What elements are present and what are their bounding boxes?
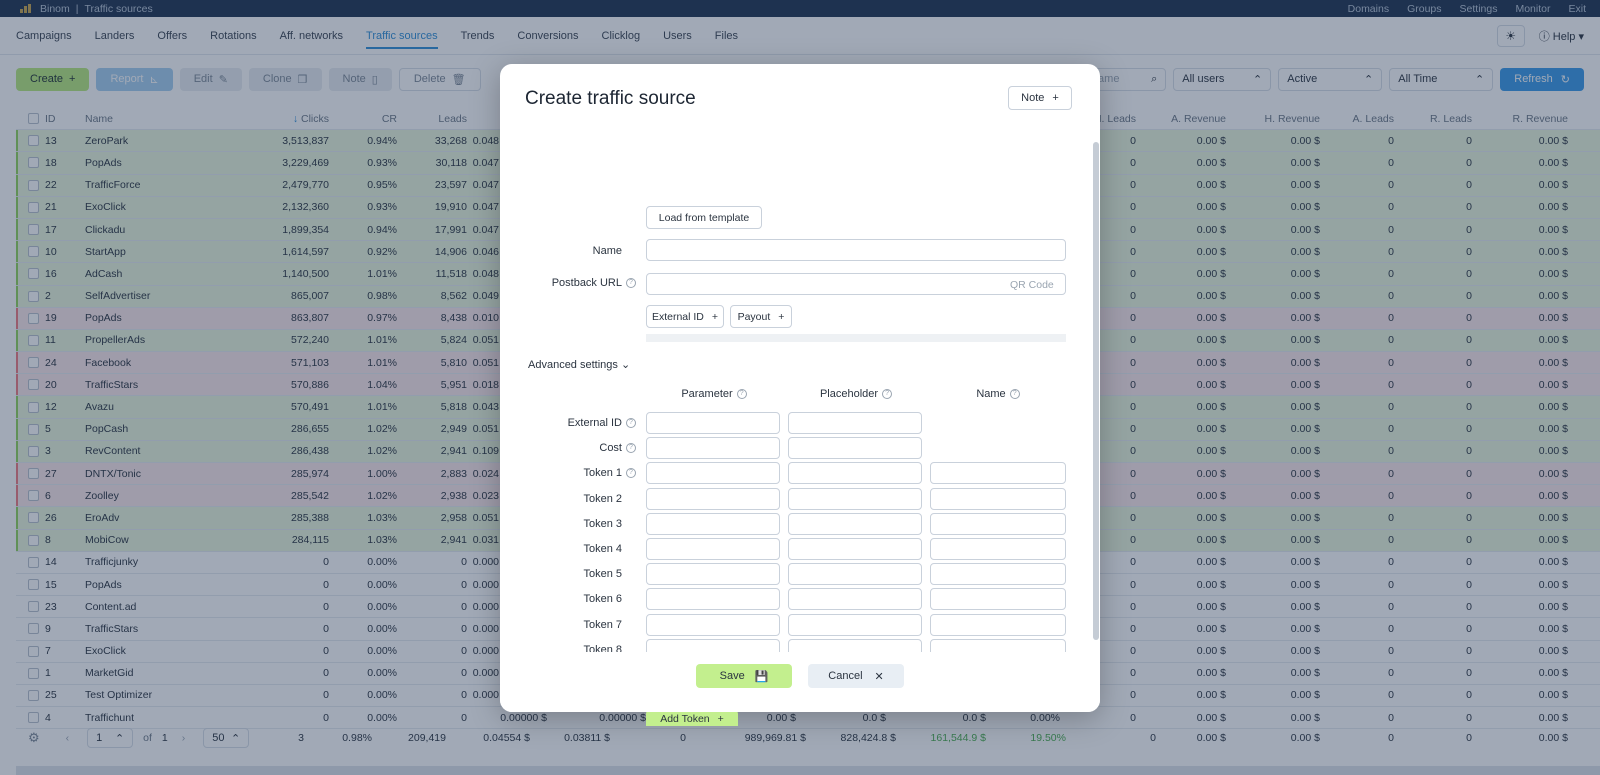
dialog-body: Load from template Name Postback URL? QR… (500, 134, 1092, 726)
help-icon: ? (736, 389, 747, 400)
token-row-label: Token 2 (510, 493, 622, 505)
plus-icon: + (711, 310, 719, 323)
token-name-input[interactable] (930, 613, 1066, 636)
plus-icon: + (717, 713, 724, 725)
token-row-label-text: Token 5 (583, 568, 622, 581)
token-row-label-text: External ID (567, 417, 622, 429)
token-name-input[interactable] (930, 563, 1066, 586)
token-row-label: Token 4 (510, 543, 622, 555)
add-token-button[interactable]: Add Token + (646, 710, 738, 726)
parameter-input[interactable] (646, 512, 780, 535)
external-id-token-button[interactable]: External ID + (646, 305, 724, 328)
token-row-label: Token 5 (510, 568, 622, 580)
name-label: Name (592, 245, 622, 257)
token-row-label-text: Token 4 (583, 543, 622, 555)
qr-code-link[interactable]: QR Code (1010, 279, 1054, 291)
token-name-input[interactable] (930, 588, 1066, 611)
token-row-label: Cost? (510, 442, 636, 454)
token-name-input[interactable] (930, 512, 1066, 535)
token-name-input[interactable] (930, 487, 1066, 510)
parameter-input[interactable] (646, 437, 780, 460)
placeholder-input[interactable] (788, 462, 922, 485)
token-row-label-text: Token 3 (583, 517, 622, 530)
postback-url-label: Postback URL? (520, 277, 636, 289)
placeholder-input[interactable] (788, 437, 922, 460)
dialog-scrollbar[interactable] (1092, 142, 1100, 704)
help-icon: ? (882, 389, 893, 400)
token-row-label: Token 6 (510, 593, 622, 605)
name-input[interactable] (646, 239, 1066, 261)
plus-icon: + (1052, 92, 1059, 104)
parameter-input[interactable] (646, 538, 780, 560)
token-row-label: Token 7 (510, 619, 622, 631)
token-row-label-text: Token 1 (583, 467, 622, 480)
dialog-title: Create traffic source (525, 88, 696, 109)
load-template-button[interactable]: Load from template (646, 206, 762, 229)
placeholder-input[interactable] (788, 512, 922, 535)
help-icon: ? (1009, 389, 1020, 400)
parameter-input[interactable] (646, 412, 780, 434)
placeholder-input[interactable] (788, 588, 922, 611)
postback-preview-bar (646, 334, 1066, 342)
name-header: Name? (930, 388, 1066, 400)
token-row-label: Token 1? (510, 467, 636, 479)
parameter-input[interactable] (646, 613, 780, 636)
close-icon: ✕ (874, 670, 884, 683)
floppy-icon: 💾 (754, 670, 769, 683)
token-row-label-text: Token 2 (583, 492, 622, 505)
token-name-input[interactable] (930, 538, 1066, 560)
dialog-footer (500, 652, 1100, 712)
create-traffic-source-dialog: Create traffic source Note + Load from te… (500, 64, 1100, 726)
help-icon: ? (626, 443, 636, 454)
token-name-input[interactable] (930, 462, 1066, 485)
placeholder-header: Placeholder? (788, 388, 924, 400)
parameter-input[interactable] (646, 487, 780, 510)
parameter-input[interactable] (646, 588, 780, 611)
dialog-note-button[interactable]: Note + (1008, 86, 1072, 110)
token-row-label-text: Token 7 (583, 618, 622, 631)
placeholder-input[interactable] (788, 412, 922, 434)
parameter-input[interactable] (646, 563, 780, 586)
placeholder-input[interactable] (788, 563, 922, 586)
chevron-down-icon: ⌄ (620, 359, 631, 371)
postback-url-input[interactable] (646, 273, 1066, 295)
payout-token-button[interactable]: Payout + (730, 305, 792, 328)
placeholder-input[interactable] (788, 613, 922, 636)
token-row-label-text: Token 6 (583, 593, 622, 606)
parameter-input[interactable] (646, 462, 780, 485)
plus-icon: + (778, 310, 785, 323)
placeholder-input[interactable] (788, 538, 922, 560)
advanced-settings-toggle[interactable]: Advanced settings ⌄ (528, 358, 630, 371)
token-row-label: External ID? (510, 417, 636, 429)
help-icon: ? (626, 468, 636, 479)
help-icon: ? (626, 418, 636, 429)
placeholder-input[interactable] (788, 487, 922, 510)
token-row-label-text: Cost (599, 442, 622, 455)
save-button[interactable]: Save 💾 (696, 664, 792, 688)
cancel-button[interactable]: Cancel ✕ (808, 664, 904, 688)
token-row-label: Token 3 (510, 518, 622, 530)
help-icon: ? (626, 278, 636, 289)
parameter-header: Parameter? (646, 388, 782, 400)
